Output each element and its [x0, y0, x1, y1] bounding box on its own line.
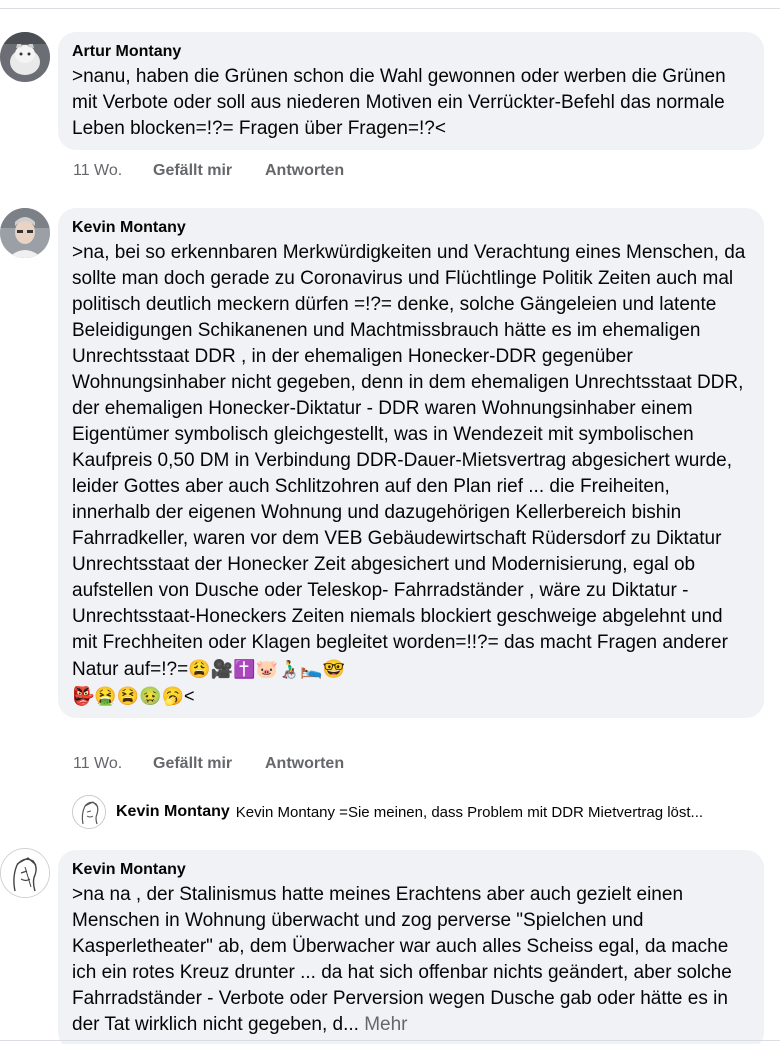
- comment-text: >na na , der Stalinismus hatte meines Er…: [72, 882, 750, 1038]
- comment-time-link[interactable]: 11 Wo.: [73, 162, 153, 180]
- emoji-sequence-end: 👺🤮😫🤢🥱<: [72, 686, 195, 706]
- comment-bubble: Kevin Montany >na, bei so erkennbaren Me…: [58, 208, 764, 718]
- reply-author[interactable]: Kevin Montany: [116, 803, 230, 821]
- comment-author[interactable]: Kevin Montany: [72, 218, 750, 238]
- reply-snippet[interactable]: Kevin Montany =Sie meinen, dass Problem …: [236, 804, 703, 821]
- reply-button[interactable]: Antworten: [265, 162, 344, 180]
- comment-time-link[interactable]: 11 Wo.: [73, 755, 153, 773]
- comment-text: >nanu, haben die Grünen schon die Wahl g…: [72, 66, 726, 139]
- reply-button[interactable]: Antworten: [265, 755, 344, 773]
- comment-actions: 11 Wo. Gefällt mir Antworten: [73, 755, 344, 773]
- comment-body: >na na , der Stalinismus hatte meines Er…: [72, 884, 732, 1035]
- like-button[interactable]: Gefällt mir: [153, 162, 265, 180]
- avatar-kevin-sketch[interactable]: [0, 848, 50, 898]
- reply-avatar: [72, 795, 106, 829]
- see-more-link[interactable]: Mehr: [364, 1014, 407, 1035]
- top-divider: [0, 8, 780, 9]
- avatar-artur[interactable]: [0, 32, 50, 82]
- like-button[interactable]: Gefällt mir: [153, 755, 265, 773]
- comment-author[interactable]: Artur Montany: [72, 42, 750, 62]
- comment-bubble: Artur Montany >nanu, haben die Grünen sc…: [58, 32, 764, 150]
- emoji-sequence: 😩🎥✝️🐷👨‍🦽🛌🤓: [188, 659, 346, 679]
- comment-actions: 11 Wo. Gefällt mir Antworten: [73, 162, 344, 180]
- avatar-kevin[interactable]: [0, 208, 50, 258]
- comment-bubble: Kevin Montany >na na , der Stalinismus h…: [58, 850, 764, 1044]
- comment-author[interactable]: Kevin Montany: [72, 860, 750, 880]
- replies-preview[interactable]: Kevin Montany Kevin Montany =Sie meinen,…: [72, 794, 703, 830]
- comment-text: >na, bei so erkennbaren Merkwürdigkeiten…: [72, 240, 750, 710]
- bottom-divider: [0, 1040, 780, 1041]
- comment-body: >na, bei so erkennbaren Merkwürdigkeiten…: [72, 242, 746, 680]
